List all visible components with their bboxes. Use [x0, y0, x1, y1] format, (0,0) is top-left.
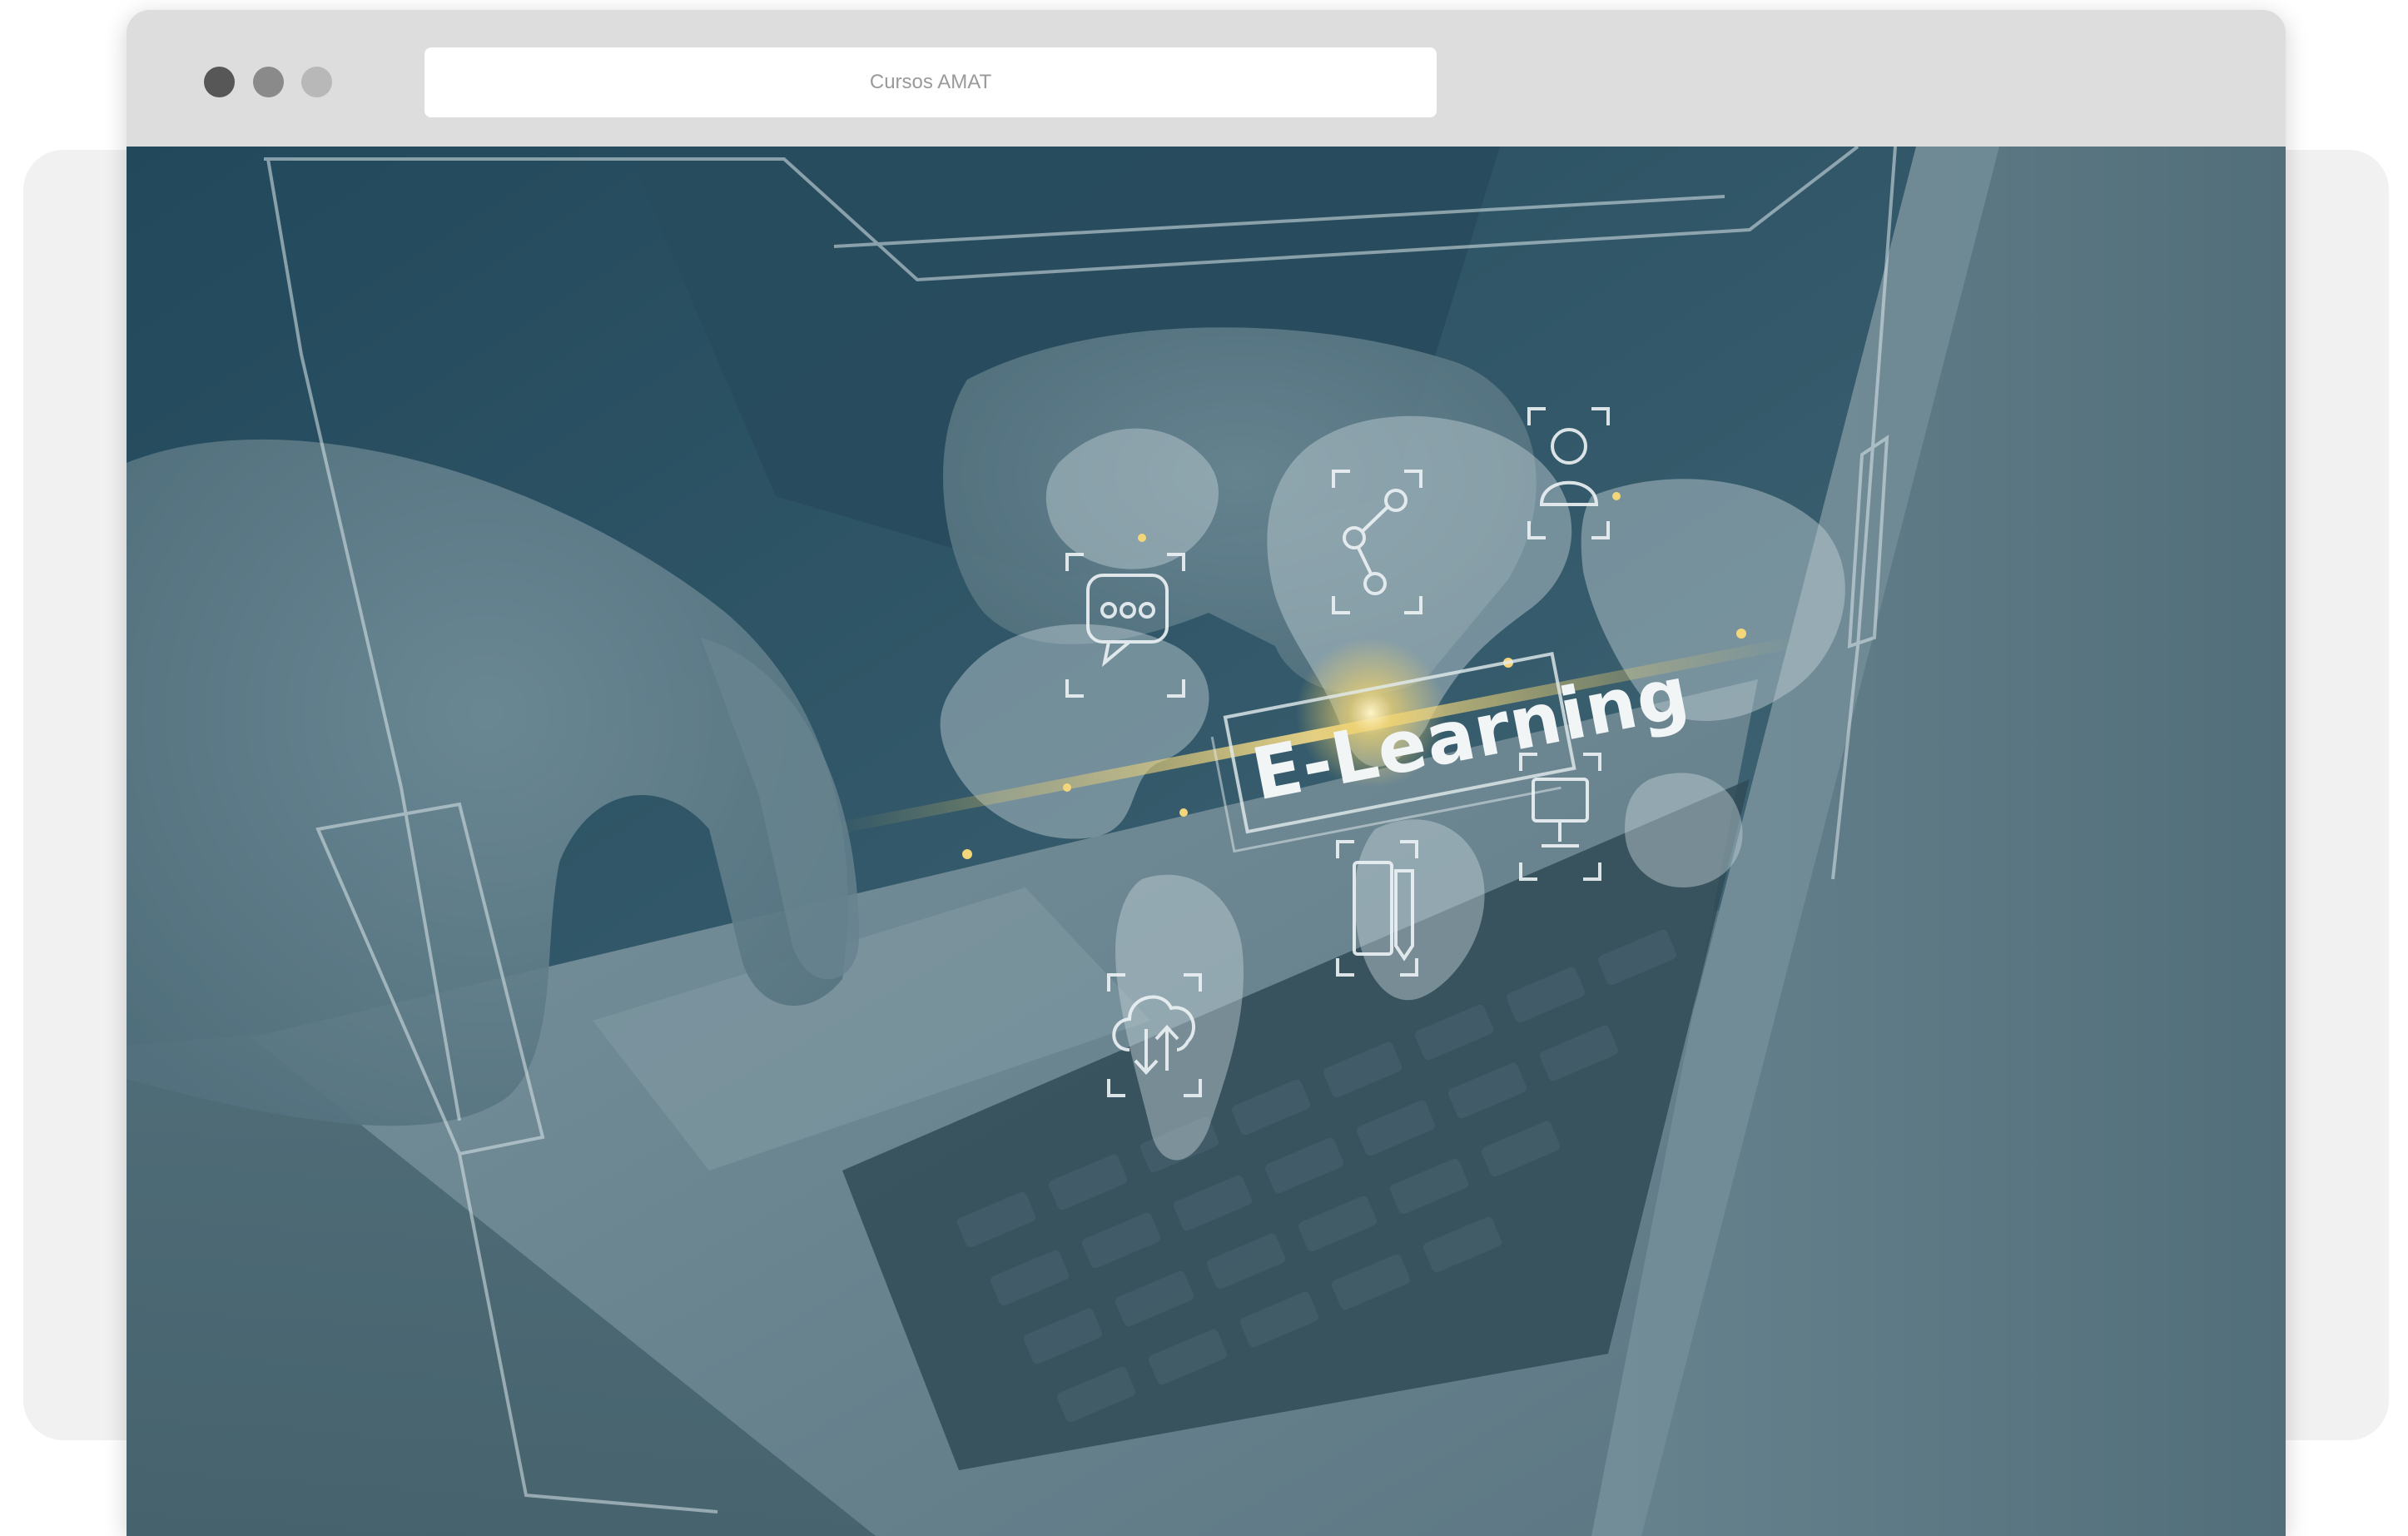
- window-close-dot[interactable]: [204, 67, 235, 97]
- window-minimize-dot[interactable]: [253, 67, 284, 97]
- browser-window-mockup: Cursos AMAT E-Learning: [127, 10, 2286, 1536]
- browser-titlebar: Cursos AMAT: [127, 10, 2286, 147]
- window-maximize-dot[interactable]: [301, 67, 332, 97]
- address-bar[interactable]: Cursos AMAT: [425, 47, 1437, 117]
- page: Cursos AMAT E-Learning: [0, 0, 2408, 1536]
- hero-image: E-Learning: [127, 147, 2286, 1536]
- hero-tint-overlay: [127, 147, 2286, 1536]
- address-text: Cursos AMAT: [869, 71, 992, 93]
